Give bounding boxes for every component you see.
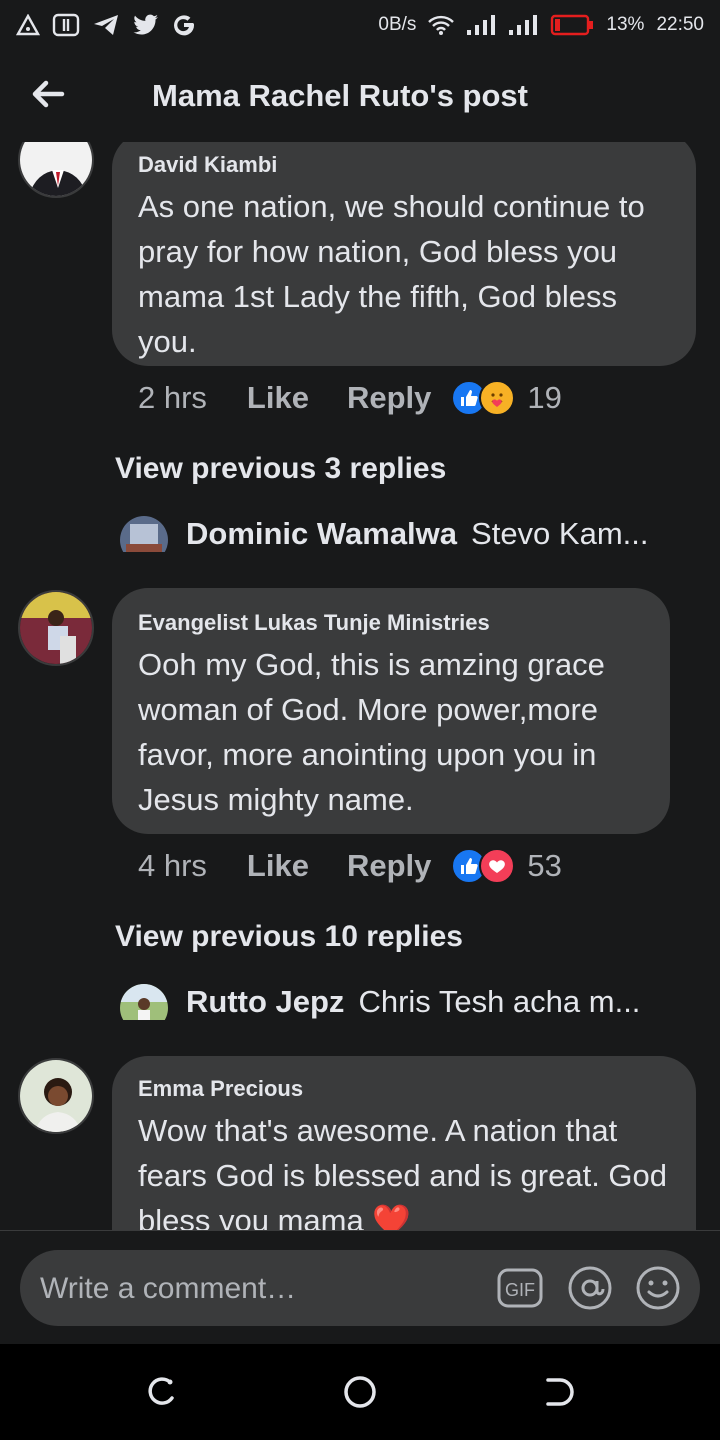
comment-actions: 2 hrs Like Reply 19 [138, 380, 562, 416]
comment-author[interactable]: Evangelist Lukas Tunje Ministries [138, 610, 644, 636]
reaction-count[interactable]: 19 [527, 380, 561, 416]
reply-button[interactable]: Reply [347, 380, 431, 416]
wifi-icon [428, 15, 455, 35]
signal-icon-2 [509, 15, 538, 35]
home-icon[interactable] [342, 1374, 378, 1410]
comment-composer-area: Write a comment… GIF [0, 1230, 720, 1345]
signal-icon-1 [467, 15, 496, 35]
avatar[interactable] [120, 516, 168, 552]
comment-bubble[interactable]: David Kiambi As one nation, we should co… [112, 142, 696, 366]
view-previous-replies[interactable]: View previous 3 replies [115, 452, 446, 486]
avatar[interactable] [18, 590, 94, 666]
comment-placeholder[interactable]: Write a comment… [40, 1272, 296, 1306]
net-speed-text: 0B/s [378, 14, 417, 35]
comment-text: Ooh my God, this is amzing grace woman o… [138, 647, 605, 817]
arrow-left-icon[interactable] [28, 74, 68, 114]
like-button[interactable]: Like [247, 848, 309, 884]
reactions[interactable] [451, 848, 516, 884]
comment-time[interactable]: 2 hrs [138, 380, 207, 416]
reply-button[interactable]: Reply [347, 848, 431, 884]
avatar[interactable] [18, 142, 94, 198]
page-title: Mama Rachel Ruto's post [152, 78, 528, 113]
love-reaction-icon [479, 848, 516, 884]
back-nav-icon[interactable] [542, 1374, 578, 1410]
battery-icon [551, 14, 594, 36]
status-left-icons [16, 13, 196, 37]
svg-text:GIF: GIF [505, 1280, 535, 1300]
android-nav-bar [0, 1344, 720, 1440]
comment-text: As one nation, we should continue to pra… [138, 189, 645, 359]
comment-text: Wow that's awesome. A nation that fears … [138, 1113, 668, 1230]
comment-author[interactable]: Emma Precious [138, 1076, 670, 1102]
clock: 22:50 [656, 14, 704, 35]
reply-preview[interactable]: Dominic Wamalwa Stevo Kam... [120, 516, 680, 552]
comment-time[interactable]: 4 hrs [138, 848, 207, 884]
twitter-icon [133, 14, 158, 35]
recent-apps-icon[interactable] [142, 1374, 178, 1410]
google-icon [174, 15, 195, 36]
reaction-count[interactable]: 53 [527, 848, 561, 884]
reply-text: Chris Tesh acha m... [358, 984, 641, 1019]
comment-actions: 4 hrs Like Reply 53 [138, 848, 562, 884]
comment-input[interactable]: Write a comment… GIF [20, 1250, 700, 1326]
post-header: Mama Rachel Ruto's post [0, 50, 720, 142]
reply-text: Stevo Kam... [471, 516, 649, 551]
reactions[interactable] [451, 380, 516, 416]
smiley-icon[interactable] [634, 1264, 682, 1312]
like-button[interactable]: Like [247, 380, 309, 416]
battery-percent: 13% [606, 14, 645, 35]
comment-author[interactable]: David Kiambi [138, 152, 670, 178]
reply-author[interactable]: Rutto Jepz [186, 984, 344, 1020]
comments-feed[interactable]: David Kiambi As one nation, we should co… [0, 142, 720, 1230]
status-right-icons: 0B/s 13% 22:50 [378, 14, 704, 36]
app-notification-icon [16, 14, 40, 36]
telegram-icon [94, 15, 118, 35]
reply-author[interactable]: Dominic Wamalwa [186, 516, 457, 552]
reply-preview[interactable]: Rutto Jepz Chris Tesh acha m... [120, 984, 680, 1020]
avatar[interactable] [120, 984, 168, 1020]
avatar[interactable] [18, 1058, 94, 1134]
sim-card-icon [52, 13, 80, 37]
care-reaction-icon [479, 380, 516, 416]
status-bar: 0B/s 13% 22:50 [0, 0, 720, 50]
comment-bubble[interactable]: Emma Precious Wow that's awesome. A nati… [112, 1056, 696, 1230]
comment-bubble[interactable]: Evangelist Lukas Tunje Ministries Ooh my… [112, 588, 670, 834]
at-icon[interactable] [566, 1264, 614, 1312]
view-previous-replies[interactable]: View previous 10 replies [115, 920, 463, 954]
gif-icon[interactable]: GIF [496, 1264, 544, 1312]
